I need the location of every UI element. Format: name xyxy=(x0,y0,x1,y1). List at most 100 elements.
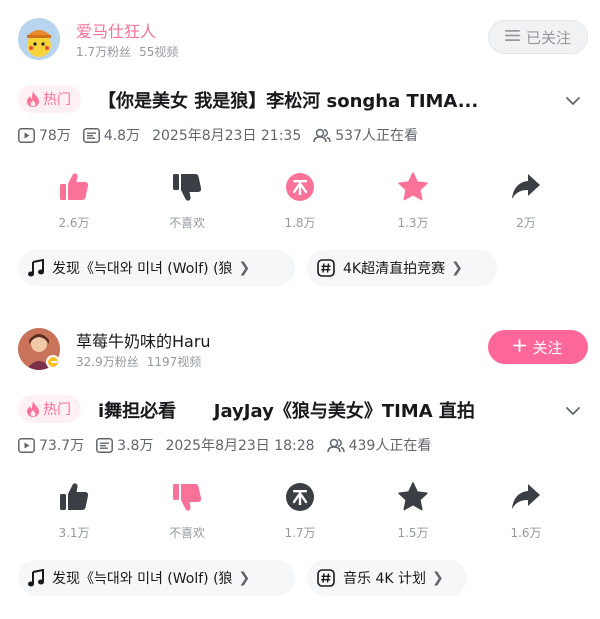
danmaku-icon xyxy=(82,127,100,143)
music-note-icon xyxy=(28,259,44,277)
video-meta: 78万 4.8万 2025年8月23日 21:35 537人正在看 xyxy=(18,124,588,146)
watching-count: 439人正在看 xyxy=(326,435,432,455)
hot-badge[interactable]: 热门 xyxy=(18,85,81,113)
follow-button[interactable]: 关注 xyxy=(488,330,588,364)
action-bar: 3.1万 不喜欢 1.7万 1.5万 1.6万 xyxy=(0,480,600,540)
thumbs-up-icon xyxy=(60,483,89,510)
share-button[interactable]: 2万 xyxy=(486,170,566,231)
verified-badge-icon xyxy=(46,355,60,369)
video-count: 55视频 xyxy=(139,45,179,59)
share-button[interactable]: 1.6万 xyxy=(486,480,566,541)
flame-icon xyxy=(27,401,39,417)
favorite-count: 1.5万 xyxy=(397,526,429,540)
people-icon xyxy=(313,128,331,142)
topic-chip[interactable]: 音乐 4K 计划 ❯ xyxy=(307,560,467,596)
video-meta: 73.7万 3.8万 2025年8月23日 18:28 439人正在看 xyxy=(18,434,588,456)
publish-date: 2025年8月23日 18:28 xyxy=(165,438,315,454)
video-title[interactable]: i舞担必看 JayJay《狼与美女》TIMA 直拍 xyxy=(98,397,543,423)
thumbs-down-icon xyxy=(173,174,202,201)
chevron-down-icon[interactable] xyxy=(566,404,580,418)
hot-label: 热门 xyxy=(43,402,71,418)
flame-icon xyxy=(27,91,39,107)
dislike-label: 不喜欢 xyxy=(168,216,205,230)
hashtag-icon xyxy=(317,259,335,277)
music-chip[interactable]: 发现《늑대와 미녀 (Wolf) (狼 ❯ xyxy=(18,560,295,596)
play-count: 78万 xyxy=(18,125,71,145)
star-icon xyxy=(398,482,428,511)
share-icon xyxy=(512,484,540,509)
author-stats: 32.9万粉丝 1197视频 xyxy=(76,353,201,370)
dislike-button[interactable]: 不喜欢 xyxy=(147,170,227,231)
watching-count: 537人正在看 xyxy=(313,125,418,145)
menu-icon xyxy=(504,28,520,46)
plus-icon xyxy=(513,338,527,356)
hot-label: 热门 xyxy=(43,92,71,108)
people-icon xyxy=(326,438,345,452)
play-count-value: 73.7万 xyxy=(39,438,85,454)
danmaku-count-value: 3.8万 xyxy=(117,438,154,454)
avatar[interactable] xyxy=(18,18,60,60)
play-icon xyxy=(18,127,35,143)
dislike-button[interactable]: 不喜欢 xyxy=(147,480,227,541)
favorite-button[interactable]: 1.5万 xyxy=(373,480,453,541)
topic-chip-label: 音乐 4K 计划 xyxy=(343,571,426,587)
share-count: 2万 xyxy=(516,216,536,230)
thumbs-down-icon xyxy=(173,484,202,511)
title-row: 热门 i舞担必看 JayJay《狼与美女》TIMA 直拍 xyxy=(18,392,588,428)
topic-chip[interactable]: 4K超清直拍竞赛 ❯ xyxy=(307,250,497,286)
music-chip-label: 发现《늑대와 미녀 (Wolf) (狼 xyxy=(52,261,233,277)
hot-badge[interactable]: 热门 xyxy=(18,395,81,423)
video-title[interactable]: 【你是美女 我是狼】李松河 songha TIMA... xyxy=(98,87,543,113)
tag-chips: 发现《늑대와 미녀 (Wolf) (狼 ❯ 音乐 4K 计划 ❯ xyxy=(18,560,588,596)
author-row: 爱马仕狂人 1.7万粉丝 55视频 已关注 xyxy=(18,14,588,64)
like-button[interactable]: 2.6万 xyxy=(34,170,114,231)
music-chip-label: 发现《늑대와 미녀 (Wolf) (狼 xyxy=(52,571,233,587)
watching-count-value: 537人正在看 xyxy=(335,128,418,144)
like-count: 2.6万 xyxy=(58,216,90,230)
coin-icon xyxy=(286,483,314,511)
chevron-right-icon: ❯ xyxy=(432,570,444,586)
chevron-right-icon: ❯ xyxy=(451,260,463,276)
coin-button[interactable]: 1.8万 xyxy=(260,170,340,231)
music-note-icon xyxy=(28,569,44,587)
author-row: 草莓牛奶味的Haru 32.9万粉丝 1197视频 关注 xyxy=(18,324,588,374)
star-icon xyxy=(398,172,428,201)
author-name[interactable]: 草莓牛奶味的Haru xyxy=(76,328,211,352)
like-button[interactable]: 3.1万 xyxy=(34,480,114,541)
coin-button[interactable]: 1.7万 xyxy=(260,480,340,541)
action-bar: 2.6万 不喜欢 1.8万 1.3万 2万 xyxy=(0,170,600,230)
danmaku-count: 4.8万 xyxy=(82,125,140,145)
play-icon xyxy=(18,437,35,453)
publish-date: 2025年8月23日 21:35 xyxy=(152,128,302,144)
chevron-right-icon: ❯ xyxy=(238,260,251,276)
coin-count: 1.8万 xyxy=(284,216,316,230)
follow-label: 关注 xyxy=(532,338,563,357)
video-count: 1197视频 xyxy=(146,355,202,369)
danmaku-count: 3.8万 xyxy=(96,435,153,455)
topic-chip-label: 4K超清直拍竞赛 xyxy=(343,261,446,277)
chevron-down-icon[interactable] xyxy=(566,94,580,108)
author-name[interactable]: 爱马仕狂人 xyxy=(76,18,156,42)
title-row: 热门 【你是美女 我是狼】李松河 songha TIMA... xyxy=(18,82,588,118)
fans-count: 1.7万粉丝 xyxy=(76,45,132,59)
like-count: 3.1万 xyxy=(58,526,90,540)
favorite-button[interactable]: 1.3万 xyxy=(373,170,453,231)
follow-label: 已关注 xyxy=(525,28,571,47)
tag-chips: 发现《늑대와 미녀 (Wolf) (狼 ❯ 4K超清直拍竞赛 ❯ xyxy=(18,250,588,286)
chevron-right-icon: ❯ xyxy=(238,570,251,586)
watching-count-value: 439人正在看 xyxy=(348,438,432,454)
danmaku-icon xyxy=(96,437,114,453)
followed-button[interactable]: 已关注 xyxy=(488,20,588,54)
hashtag-icon xyxy=(317,569,335,587)
music-chip[interactable]: 发现《늑대와 미녀 (Wolf) (狼 ❯ xyxy=(18,250,295,286)
play-count-value: 78万 xyxy=(39,128,71,144)
coin-icon xyxy=(286,173,314,201)
share-count: 1.6万 xyxy=(510,526,542,540)
fans-count: 32.9万粉丝 xyxy=(76,355,139,369)
thumbs-up-icon xyxy=(60,173,89,200)
author-stats: 1.7万粉丝 55视频 xyxy=(76,43,178,60)
dislike-label: 不喜欢 xyxy=(168,526,205,540)
favorite-count: 1.3万 xyxy=(397,216,429,230)
play-count: 73.7万 xyxy=(18,435,84,455)
share-icon xyxy=(512,174,540,199)
